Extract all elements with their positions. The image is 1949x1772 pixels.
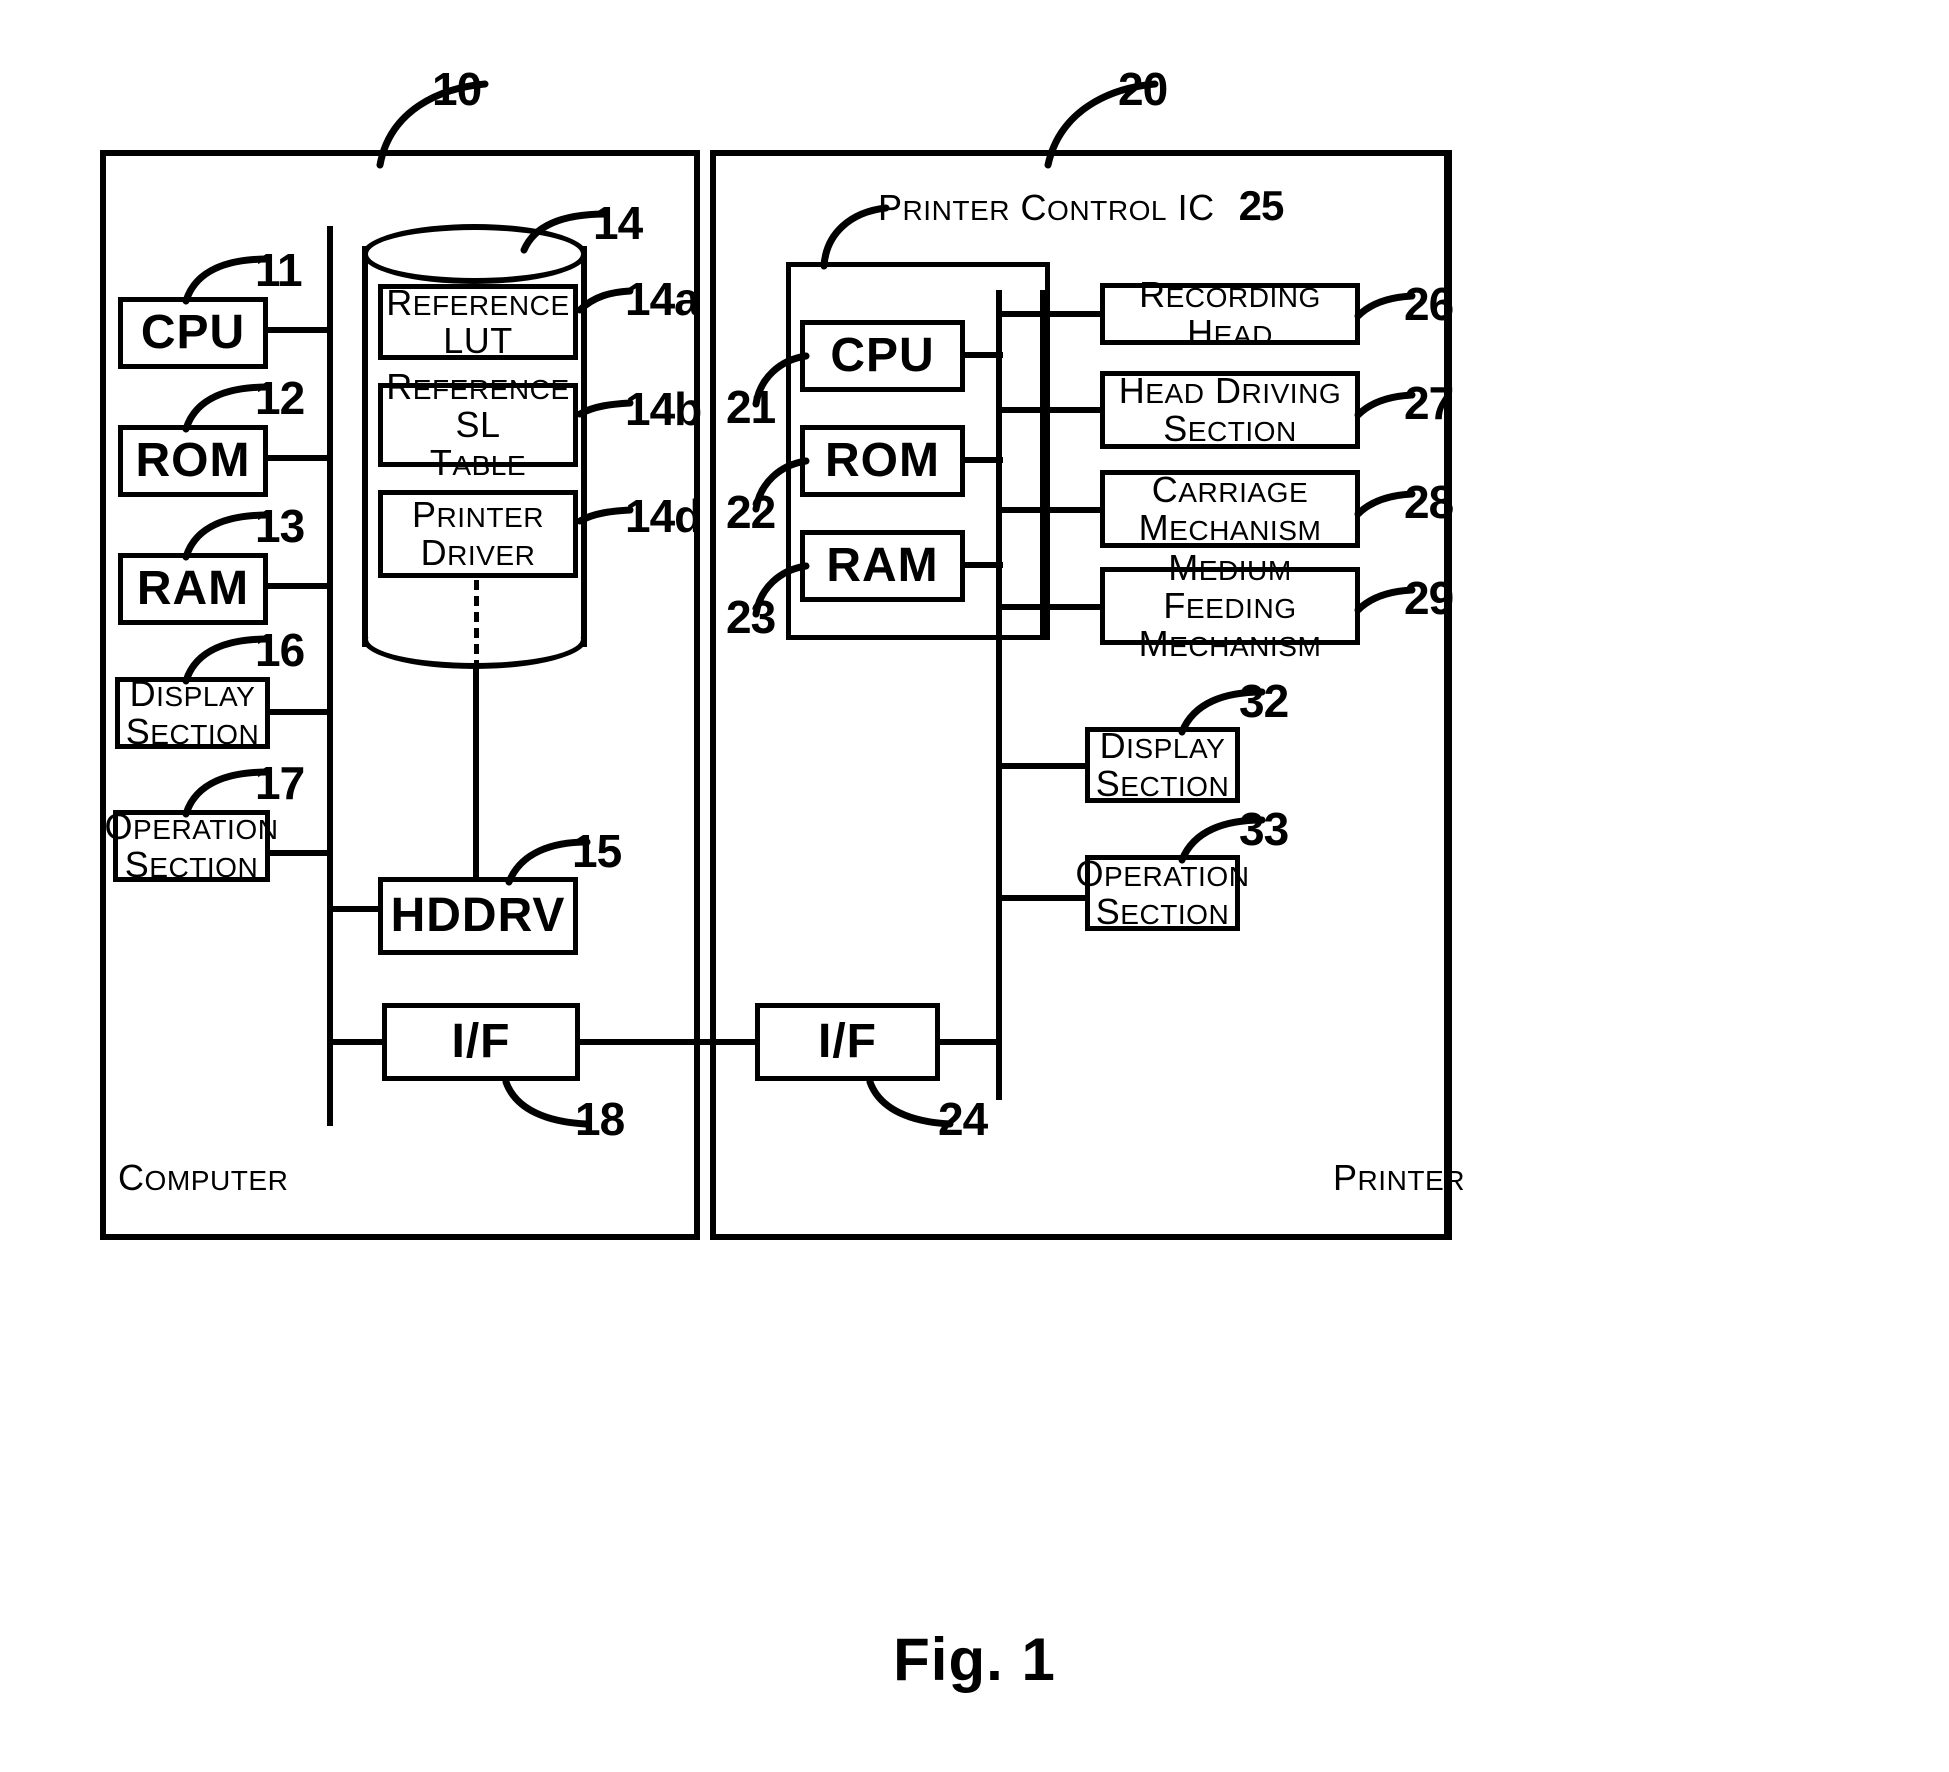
ref-number-33: 33: [1239, 803, 1289, 855]
cylinder-top-ellipse: [362, 224, 587, 284]
wire-bus-if18: [327, 1039, 385, 1045]
printer-display-section-block: Display Section: [1085, 727, 1240, 803]
ref-number-17: 17: [255, 757, 305, 809]
ref-number-23: 23: [726, 591, 776, 643]
printer-cpu-block: CPU: [800, 320, 965, 392]
computer-interface-block: I/F: [382, 1003, 580, 1081]
wire-cpu-bus: [266, 327, 329, 333]
ref-number-26: 26: [1404, 278, 1454, 330]
printer-rom-block: ROM: [800, 425, 965, 497]
ref-number-25: 25: [1238, 182, 1285, 229]
figure-caption: Fig. 1: [893, 1626, 1056, 1693]
ref-number-14d: 14d: [625, 490, 702, 542]
ref-number-15: 15: [572, 825, 622, 877]
wire-ram-bus: [266, 583, 329, 589]
printer-panel-label: Printer: [1333, 1157, 1466, 1198]
ref-number-12: 12: [255, 372, 305, 424]
printer-control-ic-label: Printer Control IC 25: [878, 182, 1285, 229]
computer-cpu-block: CPU: [118, 297, 268, 369]
wire-bus-printer-operation: [996, 895, 1090, 901]
computer-display-section-block: Display Section: [115, 675, 270, 750]
reference-sl-table-block: Reference SL Table: [378, 368, 578, 481]
recording-head-block: Recording Head: [1100, 276, 1360, 351]
wire-display-bus: [268, 709, 329, 715]
wire-printer-rom-bus: [963, 457, 1003, 463]
ref-number-22: 22: [726, 486, 776, 538]
computer-ram-block: RAM: [118, 553, 268, 625]
ref-number-14a: 14a: [625, 273, 700, 325]
ref-number-24: 24: [938, 1093, 988, 1145]
printer-driver-block: Printer Driver: [378, 490, 578, 578]
computer-operation-section-block: Operation Section: [104, 806, 279, 885]
head-driving-section-block: Head Driving Section: [1100, 371, 1360, 449]
reference-lut-block: Reference LUT: [378, 284, 578, 360]
wire-if24-bus: [936, 1039, 1000, 1045]
ref-number-10: 10: [432, 63, 482, 115]
ref-number-29: 29: [1404, 572, 1454, 624]
computer-rom-block: ROM: [118, 425, 268, 497]
wire-bus-head-driving: [1000, 407, 1104, 413]
figure-canvas: 10 Computer CPU 11 ROM 12 RAM 13 Display…: [0, 0, 1949, 1772]
computer-panel-label: Computer: [118, 1157, 289, 1198]
wire-bus-medium-feeding: [1000, 604, 1104, 610]
wire-bus-printer-display: [996, 763, 1090, 769]
printer-inner-bus-b: [1040, 290, 1046, 640]
wire-bus-carriage: [1000, 507, 1104, 513]
printer-inner-bus-a: [996, 290, 1002, 640]
wire-operation-bus: [268, 850, 329, 856]
computer-bus: [327, 226, 333, 1126]
ref-number-18: 18: [575, 1093, 625, 1145]
ref-number-14b: 14b: [625, 383, 702, 435]
printer-ram-block: RAM: [800, 530, 965, 602]
wire-rom-bus: [266, 455, 329, 461]
hddrv-feed-line: [473, 666, 479, 882]
hddrv-block: HDDRV: [378, 877, 578, 955]
ref-number-20: 20: [1118, 63, 1168, 115]
ref-number-27: 27: [1404, 377, 1454, 429]
carriage-mechanism-block: Carriage Mechanism: [1100, 470, 1360, 548]
ref-number-13: 13: [255, 500, 305, 552]
wire-printer-ram-bus: [963, 562, 1003, 568]
wire-bus-hddrv: [327, 906, 382, 912]
wire-bus-recording-head: [1000, 311, 1104, 317]
printer-outer-bus: [996, 640, 1002, 1100]
ref-number-28: 28: [1404, 476, 1454, 528]
ref-number-11: 11: [255, 244, 303, 296]
wire-printer-cpu-bus: [963, 352, 1003, 358]
ref-number-16: 16: [255, 624, 305, 676]
printer-interface-block: I/F: [755, 1003, 940, 1081]
ref-number-14: 14: [593, 197, 643, 249]
ref-number-32: 32: [1239, 675, 1289, 727]
ref-number-21: 21: [726, 381, 776, 433]
printer-operation-section-block: Operation Section: [1075, 853, 1250, 932]
medium-feeding-mechanism-block: Medium Feeding Mechanism: [1100, 549, 1360, 662]
printer-driver-dashed-link: [474, 580, 479, 670]
